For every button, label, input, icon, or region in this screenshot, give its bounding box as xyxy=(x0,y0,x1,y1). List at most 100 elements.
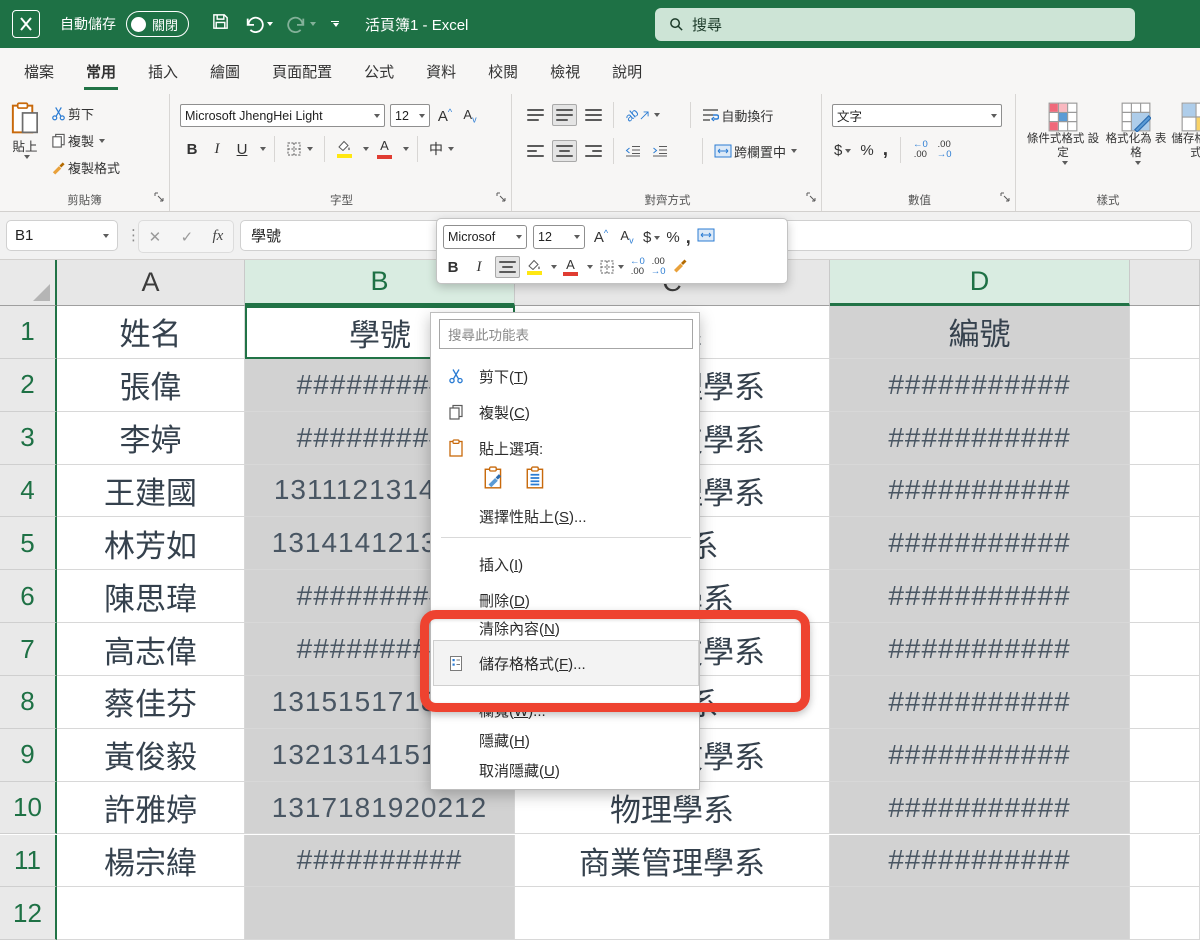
conditional-formatting-button[interactable]: 條件式格式 設定 xyxy=(1024,102,1102,165)
ribbon-tab-6[interactable]: 資料 xyxy=(412,51,470,92)
menu-item-cut[interactable]: 剪下(T) xyxy=(431,359,701,393)
ribbon-tab-4[interactable]: 頁面配置 xyxy=(258,51,346,92)
align-bottom-button[interactable] xyxy=(582,105,605,125)
cell-D6[interactable]: ########### xyxy=(830,570,1130,623)
redo-button[interactable] xyxy=(287,15,316,33)
copy-button[interactable]: 複製 xyxy=(48,129,123,152)
font-color-button[interactable]: A xyxy=(374,137,395,161)
ribbon-tab-9[interactable]: 說明 xyxy=(598,51,656,92)
increase-decimal-button[interactable]: ←0.00 xyxy=(913,140,928,160)
currency-button[interactable]: $ xyxy=(834,142,851,159)
cell-A8[interactable]: 蔡佳芬 xyxy=(57,676,245,729)
percent-button[interactable]: % xyxy=(860,142,873,159)
alignment-dialog-launcher[interactable] xyxy=(806,189,816,207)
mini-increase-decimal-button[interactable]: ←0.00 xyxy=(630,257,645,277)
ribbon-tab-0[interactable]: 檔案 xyxy=(10,51,68,92)
ribbon-tab-3[interactable]: 繪圖 xyxy=(196,51,254,92)
underline-button[interactable]: U xyxy=(232,141,252,158)
save-icon[interactable] xyxy=(211,12,230,37)
row-header-5[interactable]: 5 xyxy=(0,517,57,570)
row-header-9[interactable]: 9 xyxy=(0,729,57,782)
cell-E7[interactable] xyxy=(1130,623,1200,676)
decrease-decimal-button[interactable]: .00→0 xyxy=(937,140,952,160)
mini-fill-color-button[interactable] xyxy=(526,259,542,275)
wrap-text-button[interactable]: 自動換行 xyxy=(699,104,776,127)
row-header-4[interactable]: 4 xyxy=(0,465,57,518)
font-name-select[interactable]: Microsoft JhengHei Light xyxy=(180,104,385,127)
mini-grow-font-button[interactable]: A^ xyxy=(591,228,611,246)
cell-D3[interactable]: ########### xyxy=(830,412,1130,465)
cell-styles-button[interactable]: 儲存格 樣式 xyxy=(1170,102,1200,161)
row-header-8[interactable]: 8 xyxy=(0,676,57,729)
cut-button[interactable]: 剪下 xyxy=(48,102,123,125)
select-all-corner[interactable] xyxy=(0,260,57,306)
cell-A10[interactable]: 許雅婷 xyxy=(57,782,245,835)
number-format-select[interactable]: 文字 xyxy=(832,104,1002,127)
cell-A6[interactable]: 陳思瑋 xyxy=(57,570,245,623)
clipboard-dialog-launcher[interactable] xyxy=(154,189,164,207)
format-as-table-button[interactable]: 格式化為 表格 xyxy=(1104,102,1168,165)
mini-italic-button[interactable]: I xyxy=(469,259,489,276)
shrink-font-button[interactable]: Av xyxy=(460,107,480,125)
undo-button[interactable] xyxy=(244,15,273,33)
cancel-button[interactable]: ✕ xyxy=(149,228,162,246)
enter-button[interactable]: ✓ xyxy=(181,228,194,246)
mini-currency-button[interactable]: $ xyxy=(643,229,660,246)
row-header-10[interactable]: 10 xyxy=(0,782,57,835)
cell-A11[interactable]: 楊宗緯 xyxy=(57,835,245,888)
cell-E10[interactable] xyxy=(1130,782,1200,835)
cell-E6[interactable] xyxy=(1130,570,1200,623)
font-dialog-launcher[interactable] xyxy=(496,189,506,207)
cell-E2[interactable] xyxy=(1130,359,1200,412)
cell-C12[interactable] xyxy=(515,887,830,940)
ribbon-tab-5[interactable]: 公式 xyxy=(350,51,408,92)
ribbon-tab-8[interactable]: 檢視 xyxy=(536,51,594,92)
row-header-7[interactable]: 7 xyxy=(0,623,57,676)
row-header-1[interactable]: 1 xyxy=(0,306,57,359)
cell-A9[interactable]: 黃俊毅 xyxy=(57,729,245,782)
paste-special-brush-icon[interactable] xyxy=(479,463,509,493)
italic-button[interactable]: I xyxy=(207,141,227,158)
font-size-select[interactable]: 12 xyxy=(390,104,430,127)
ribbon-tab-1[interactable]: 常用 xyxy=(72,51,130,92)
cell-E1[interactable] xyxy=(1130,306,1200,359)
row-header-2[interactable]: 2 xyxy=(0,359,57,412)
cell-A12[interactable] xyxy=(57,887,245,940)
cell-E5[interactable] xyxy=(1130,517,1200,570)
cell-A4[interactable]: 王建國 xyxy=(57,465,245,518)
format-painter-button[interactable]: 複製格式 xyxy=(48,156,123,179)
grow-font-button[interactable]: A^ xyxy=(435,107,455,125)
mini-font-name-select[interactable]: Microsof xyxy=(443,225,527,249)
align-center-button[interactable] xyxy=(552,140,577,162)
cell-E4[interactable] xyxy=(1130,465,1200,518)
cell-E8[interactable] xyxy=(1130,676,1200,729)
name-box[interactable]: B1 xyxy=(6,220,118,251)
cell-E3[interactable] xyxy=(1130,412,1200,465)
menu-item-unhide[interactable]: 取消隱藏(U) xyxy=(431,753,701,787)
row-header-11[interactable]: 11 xyxy=(0,835,57,888)
cell-D1[interactable]: 編號 xyxy=(830,306,1130,359)
cell-D5[interactable]: ########### xyxy=(830,517,1130,570)
cell-D12[interactable] xyxy=(830,887,1130,940)
cell-B11[interactable]: ########## xyxy=(245,835,515,888)
cell-D9[interactable]: ########### xyxy=(830,729,1130,782)
menu-item-insert[interactable]: 插入(I) xyxy=(431,547,701,581)
paste-values-icon[interactable] xyxy=(521,463,551,493)
column-header-d[interactable]: D xyxy=(830,260,1130,306)
borders-button[interactable] xyxy=(283,139,316,159)
customize-qat-chevron-icon[interactable] xyxy=(330,21,339,28)
cell-D11[interactable]: ########### xyxy=(830,835,1130,888)
mini-decrease-decimal-button[interactable]: .00→0 xyxy=(651,257,666,277)
orientation-button[interactable]: ab xyxy=(622,106,663,124)
excel-app-icon[interactable] xyxy=(12,10,40,38)
decrease-indent-button[interactable] xyxy=(622,143,644,159)
phonetic-guide-button[interactable]: 中 xyxy=(426,137,457,161)
mini-borders-button[interactable] xyxy=(599,259,624,275)
align-left-button[interactable] xyxy=(524,141,547,161)
mini-font-color-button[interactable]: A xyxy=(563,258,578,276)
cell-A7[interactable]: 高志偉 xyxy=(57,623,245,676)
cell-D4[interactable]: ########### xyxy=(830,465,1130,518)
fill-color-button[interactable] xyxy=(333,138,355,160)
column-header-a[interactable]: A xyxy=(57,260,245,306)
cell-E9[interactable] xyxy=(1130,729,1200,782)
